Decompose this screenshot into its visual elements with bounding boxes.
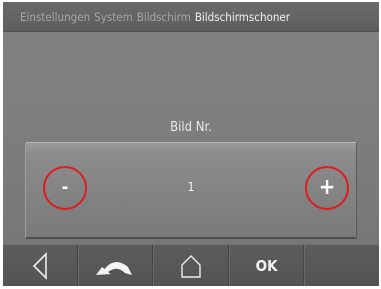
setting-title: Bild Nr. [170,120,212,135]
home-button[interactable] [153,245,229,286]
undo-button[interactable] [77,245,154,286]
breadcrumb-item-einstellungen[interactable]: Einstellungen [20,10,90,24]
value-stepper: - 1 + [25,142,357,239]
triangle-left-icon [32,251,47,280]
increment-button[interactable]: + [305,166,349,210]
curved-arrow-undo-icon [96,261,133,275]
bottom-navbar: OK [3,244,379,286]
breadcrumb-item-system[interactable]: System [94,10,133,24]
breadcrumb-item-bildschirm[interactable]: Bildschirm [137,10,191,24]
ok-label: OK [255,256,278,275]
breadcrumb-item-bildschirmschoner: Bildschirmschoner [194,9,291,24]
back-button[interactable] [3,245,78,286]
empty-nav-slot [304,245,379,286]
breadcrumb: Einstellungen System Bildschirm Bildschi… [3,2,379,32]
screen: Einstellungen System Bildschirm Bildschi… [3,2,379,286]
ok-button[interactable]: OK [228,245,305,286]
house-outline-icon [181,254,201,278]
